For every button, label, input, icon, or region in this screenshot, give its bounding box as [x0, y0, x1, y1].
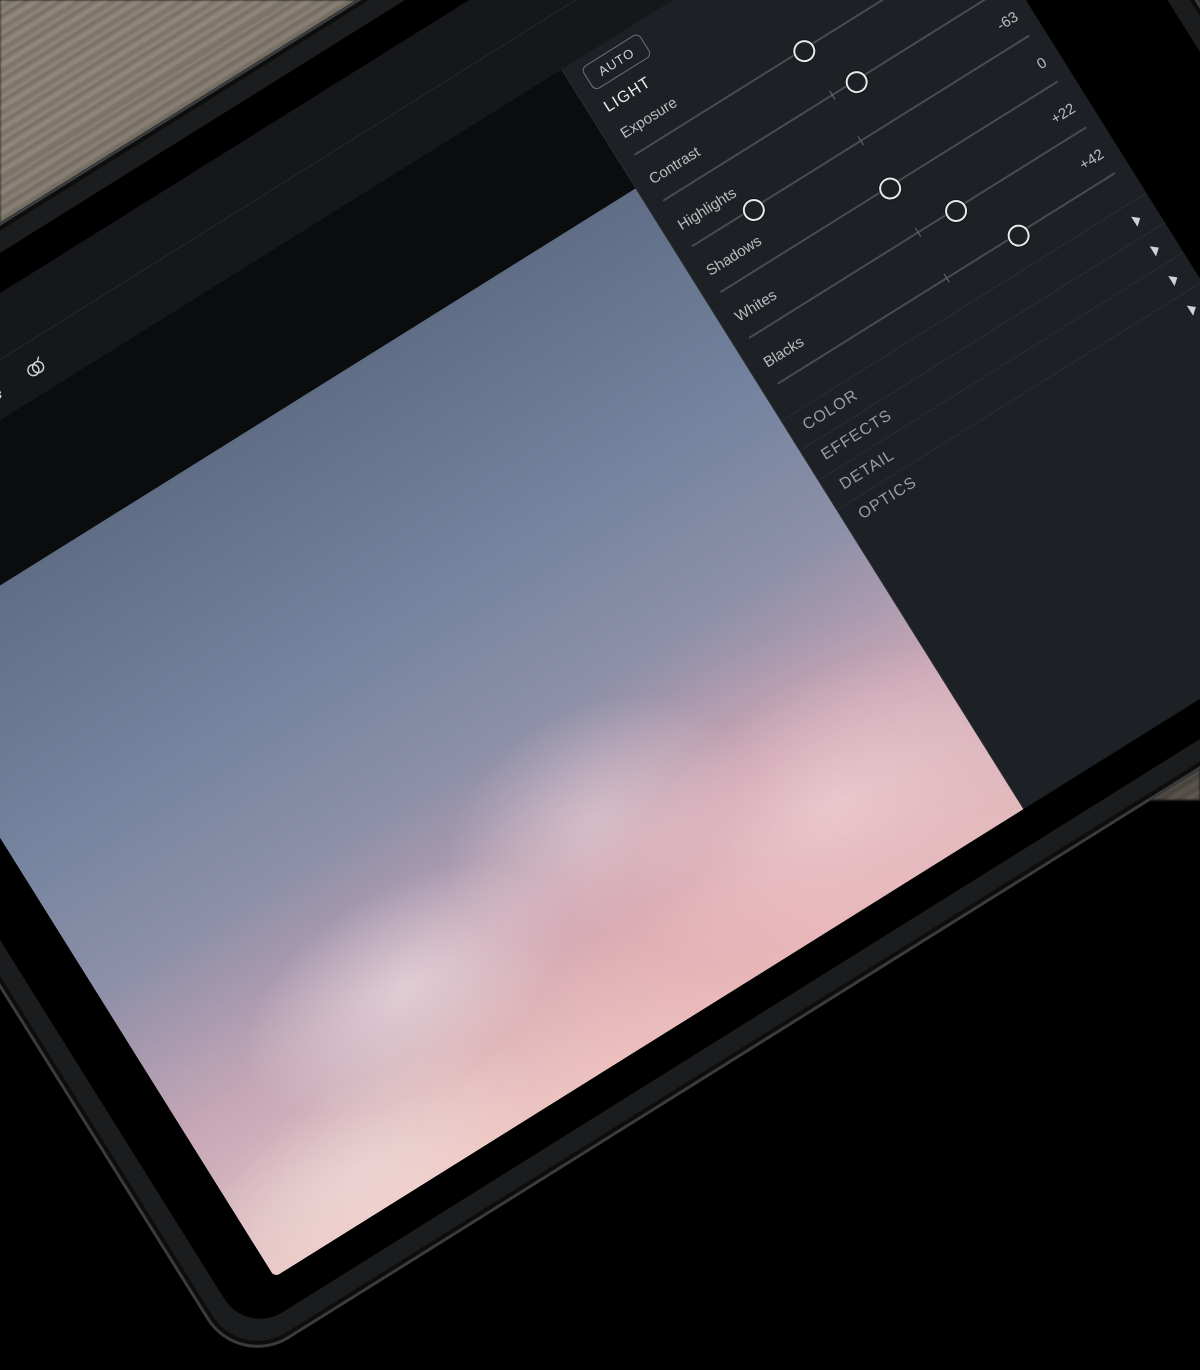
chevron-right-icon [1149, 242, 1161, 256]
chevron-right-icon [1131, 212, 1143, 226]
healing-icon[interactable] [0, 380, 9, 410]
app-screen: ··· [0, 0, 1200, 1277]
chevron-right-icon [1168, 272, 1180, 286]
tablet-device: ··· [0, 0, 1200, 1370]
slider-value: 0 [1034, 54, 1050, 73]
masking-icon[interactable] [21, 353, 51, 383]
chevron-right-icon [1187, 301, 1199, 315]
bezel: ··· [0, 0, 1200, 1335]
